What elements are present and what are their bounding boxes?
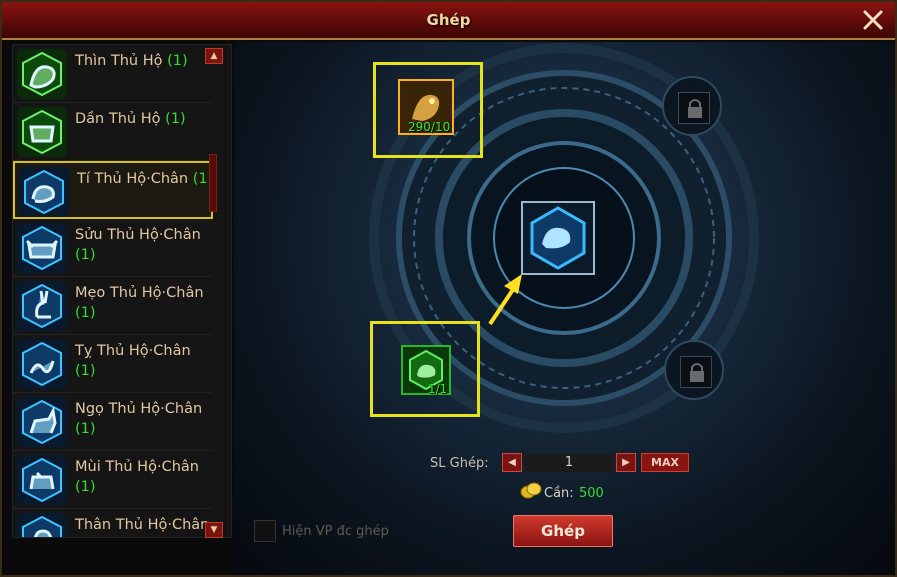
coin-icon: [520, 482, 542, 499]
sidebar-item-label: Tỵ Thủ Hộ·Chân (1): [75, 341, 215, 381]
material-slot-bottom-highlight[interactable]: 1/1: [370, 321, 480, 417]
sidebar-item-label: Tí Thủ Hộ·Chân (1): [77, 169, 217, 189]
item-name: Dần Thủ Hộ: [75, 111, 161, 127]
item-count: (1): [75, 363, 96, 379]
goat-icon: [17, 455, 67, 505]
lock-icon: [690, 363, 704, 382]
scroll-down-arrow-icon[interactable]: ▼: [205, 522, 223, 538]
rabbit-icon: [17, 281, 67, 331]
dialog-title: Ghép: [426, 11, 471, 29]
qty-label: SL Ghép:: [430, 456, 489, 471]
sidebar-item-label: Thìn Thủ Hộ (1): [75, 51, 215, 71]
item-count: (1): [165, 111, 186, 127]
sidebar-item-3[interactable]: Sửu Thủ Hộ·Chân (1): [13, 219, 213, 277]
cost-label: Cần:: [544, 486, 574, 501]
close-icon[interactable]: [861, 8, 885, 32]
max-button[interactable]: MAX: [641, 453, 689, 472]
material-slot-top-highlight[interactable]: 290/10: [373, 62, 483, 158]
sidebar-item-4[interactable]: Mẹo Thủ Hộ·Chân (1): [13, 277, 213, 335]
rat-icon: [19, 167, 69, 217]
tiger-icon: [17, 107, 67, 157]
horse-icon: [17, 397, 67, 447]
item-name: Tỵ Thủ Hộ·Chân: [75, 343, 191, 359]
show-craftable-label: Hiện VP đc ghép: [282, 524, 389, 539]
sidebar-item-label: Sửu Thủ Hộ·Chân (1): [75, 225, 215, 265]
material-top-count: 290/10: [408, 120, 451, 134]
item-name: Mẹo Thủ Hộ·Chân: [75, 285, 204, 301]
item-name: Sửu Thủ Hộ·Chân: [75, 227, 201, 243]
scroll-thumb[interactable]: [209, 154, 217, 212]
qty-decrease-button[interactable]: ◀: [502, 453, 522, 472]
item-name: Mùi Thủ Hộ·Chân: [75, 459, 199, 475]
dragon-icon: [17, 49, 67, 99]
show-craftable-checkbox[interactable]: [254, 520, 276, 542]
sidebar-item-label: Mẹo Thủ Hộ·Chân (1): [75, 283, 215, 323]
sidebar-item-7[interactable]: Mùi Thủ Hộ·Chân (1): [13, 451, 213, 509]
locked-slot-bottom: [664, 340, 724, 400]
sidebar-item-5[interactable]: Tỵ Thủ Hộ·Chân (1): [13, 335, 213, 393]
item-count: (1): [75, 479, 96, 495]
item-list: Thìn Thủ Hộ (1) Dần Thủ Hộ (1) Tí Thủ Hộ·C…: [12, 44, 232, 538]
item-count: (1): [75, 537, 96, 538]
qty-input[interactable]: 1: [524, 454, 614, 472]
sidebar-item-label: Ngọ Thủ Hộ·Chân (1): [75, 399, 215, 439]
sidebar-item-2[interactable]: Tí Thủ Hộ·Chân (1): [13, 161, 213, 219]
item-name: Tí Thủ Hộ·Chân: [77, 171, 189, 187]
craft-button[interactable]: Ghép: [513, 515, 613, 547]
item-count: (1): [75, 305, 96, 321]
item-count: (1): [75, 247, 96, 263]
locked-slot-top: [662, 76, 722, 136]
craft-area: 290/10 1/1 SL Ghép: ◀ 1 ▶ MAX Cần: 500 H…: [234, 42, 895, 575]
result-slot[interactable]: [520, 200, 596, 276]
lock-icon: [688, 99, 702, 118]
qty-increase-button[interactable]: ▶: [616, 453, 636, 472]
cost-value: 500: [579, 486, 604, 501]
list-scrollbar[interactable]: ▲ ▼: [205, 48, 223, 538]
sidebar-item-label: Thân Thủ Hộ·Chân (1): [75, 515, 215, 538]
item-name: Thìn Thủ Hộ: [75, 53, 163, 69]
sidebar-item-label: Dần Thủ Hộ (1): [75, 109, 215, 129]
material-bottom-count: 1/1: [428, 382, 448, 396]
snake-icon: [17, 339, 67, 389]
ox-icon: [17, 223, 67, 273]
sidebar-item-0[interactable]: Thìn Thủ Hộ (1): [13, 45, 213, 103]
item-name: Ngọ Thủ Hộ·Chân: [75, 401, 203, 417]
sidebar-item-1[interactable]: Dần Thủ Hộ (1): [13, 103, 213, 161]
ghep-dialog: Ghép Thìn Thủ Hộ (1) Dần Thủ Hộ (1) Tí Thủ…: [0, 0, 897, 577]
title-bar: Ghép: [2, 2, 895, 40]
item-count: (1): [75, 421, 96, 437]
sidebar-item-6[interactable]: Ngọ Thủ Hộ·Chân (1): [13, 393, 213, 451]
sidebar-item-8[interactable]: Thân Thủ Hộ·Chân (1): [13, 509, 215, 538]
scroll-up-arrow-icon[interactable]: ▲: [205, 48, 223, 64]
monkey-icon: [17, 513, 67, 537]
sidebar-item-label: Mùi Thủ Hộ·Chân (1): [75, 457, 215, 497]
item-name: Thân Thủ Hộ·Chân: [75, 517, 210, 533]
item-count: (1): [167, 53, 188, 69]
